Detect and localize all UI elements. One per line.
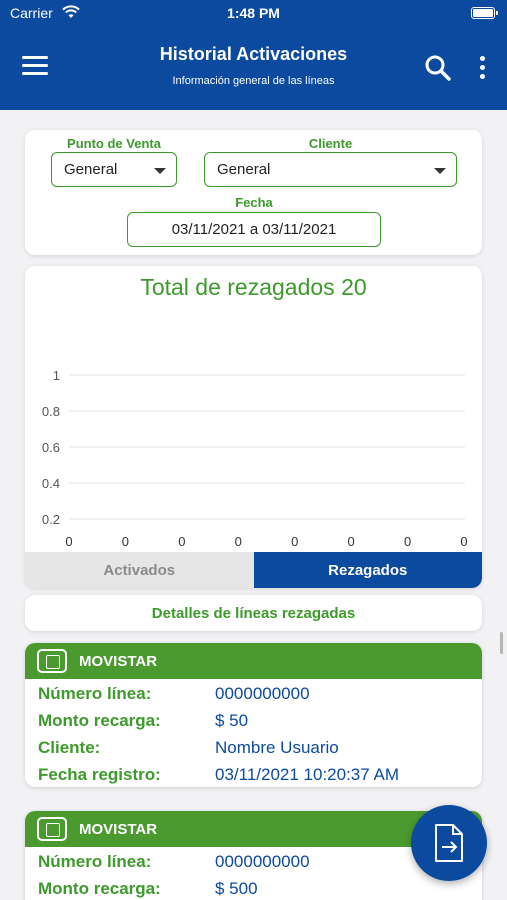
line-card-header: MOVISTAR	[25, 643, 482, 679]
bar-value-label: 0	[348, 534, 355, 549]
row-value: 03/11/2021 10:20:37 AM	[215, 765, 400, 784]
line-row: Número línea: 0000000000	[25, 681, 482, 708]
row-value: 0000000000	[215, 684, 310, 703]
more-vert-icon[interactable]	[478, 56, 486, 80]
line-card[interactable]: MOVISTAR Número línea: 0000000000 Monto r…	[25, 643, 482, 787]
tab-rezagados[interactable]: Rezagados	[253, 552, 482, 588]
row-key: Número línea:	[38, 852, 152, 871]
cliente-select[interactable]: General	[204, 152, 457, 187]
details-header: Detalles de líneas rezagadas	[25, 595, 482, 631]
line-row: Fecha registro: 03/11/2021 10:20:37 AM	[25, 762, 482, 787]
cliente-label: Cliente	[308, 136, 353, 151]
carrier-name: MOVISTAR	[79, 821, 158, 838]
battery-icon	[471, 7, 498, 19]
tab-activados[interactable]: Activados	[25, 552, 254, 588]
bar-value-label: 0	[122, 534, 129, 549]
tab-bar: Activados Rezagados	[25, 552, 482, 588]
clock-text: 1:48 PM	[227, 5, 280, 21]
rezagados-chart: 1 0.8 0.6 0.4 0.2 0 0 0 0 0 0 0 0	[42, 368, 468, 549]
filter-card: Punto de Venta General Cliente General F…	[25, 130, 482, 255]
punto-de-venta-label: Punto de Venta	[67, 136, 161, 151]
status-bar: Carrier 1:48 PM	[0, 0, 507, 26]
line-row: Monto recarga: $ 500	[25, 876, 482, 900]
fecha-input[interactable]: 03/11/2021 a 03/11/2021	[127, 212, 381, 247]
search-icon[interactable]	[424, 54, 452, 82]
y-tick-label: 1	[53, 368, 60, 383]
carrier-name: MOVISTAR	[79, 653, 158, 670]
row-key: Fecha registro:	[38, 765, 161, 784]
y-tick-label: 0.4	[42, 476, 60, 491]
punto-de-venta-value: General	[64, 161, 118, 178]
fecha-label: Fecha	[235, 195, 273, 210]
line-row: Monto recarga: $ 50	[25, 708, 482, 735]
sim-card-icon	[37, 817, 67, 841]
row-value: Nombre Usuario	[215, 738, 339, 757]
bar-value-label: 0	[178, 534, 185, 549]
export-button[interactable]	[411, 805, 487, 881]
row-key: Monto recarga:	[38, 879, 161, 898]
row-key: Cliente:	[38, 738, 101, 757]
row-key: Monto recarga:	[38, 711, 161, 730]
fecha-value: 03/11/2021 a 03/11/2021	[171, 221, 337, 238]
cliente-value: General	[217, 161, 271, 178]
punto-de-venta-select[interactable]: General	[51, 152, 177, 187]
y-tick-label: 0.2	[42, 512, 60, 527]
chevron-down-icon	[154, 168, 166, 174]
y-tick-label: 0.8	[42, 404, 60, 419]
bar-value-label: 0	[291, 534, 298, 549]
row-value: 0000000000	[215, 852, 310, 871]
app-header: Historial Activaciones Información gener…	[0, 26, 507, 110]
row-key: Número línea:	[38, 684, 152, 703]
bar-value-label: 0	[65, 534, 72, 549]
line-row: Cliente: Nombre Usuario	[25, 735, 482, 762]
file-export-icon	[435, 824, 463, 862]
bar-value-label: 0	[404, 534, 411, 549]
row-value: $ 500	[215, 879, 258, 898]
chart-card: Total de rezagados 20 1 0.8 0.6 0.4 0.2 0 0 0 0 0…	[25, 266, 482, 588]
scroll-indicator[interactable]	[500, 632, 503, 654]
chevron-down-icon	[434, 168, 446, 174]
row-value: $ 50	[215, 711, 249, 730]
bar-value-label: 0	[235, 534, 242, 549]
sim-card-icon	[37, 649, 67, 673]
bar-value-label: 0	[460, 534, 467, 549]
y-tick-label: 0.6	[42, 440, 60, 455]
